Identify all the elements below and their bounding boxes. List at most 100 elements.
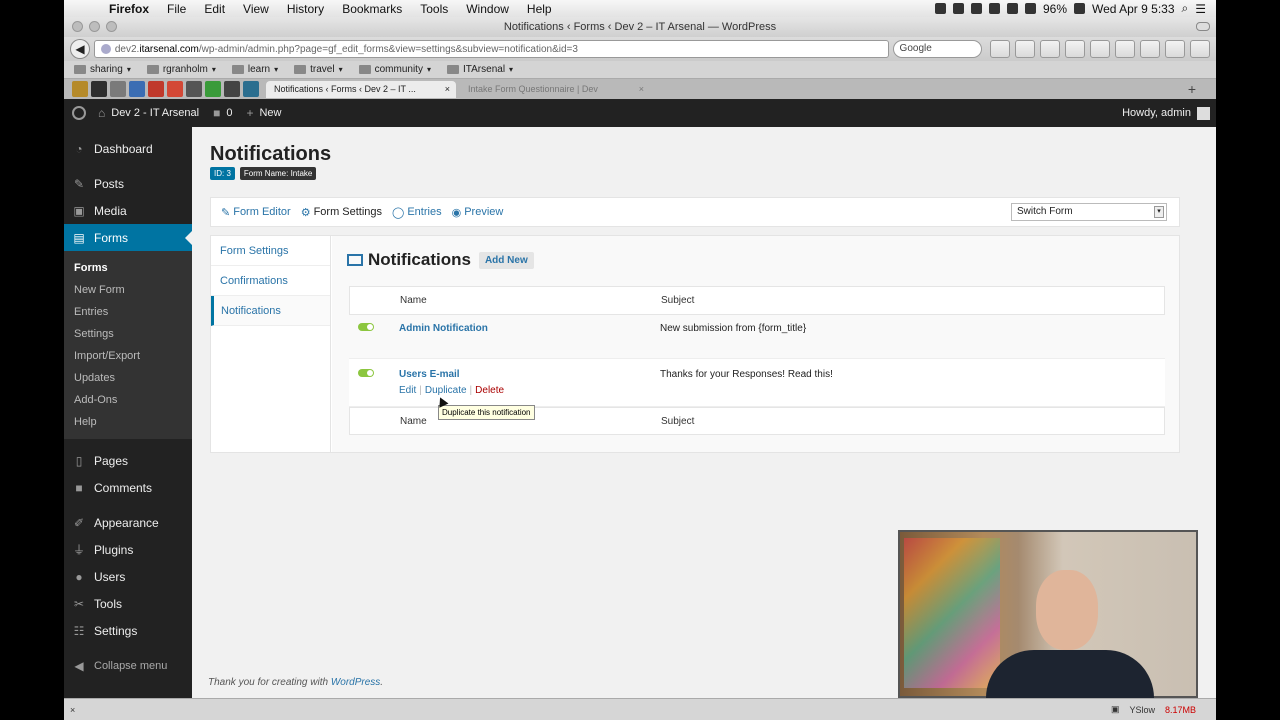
extension-icon[interactable] — [1039, 40, 1060, 58]
column-name-header[interactable]: Name — [400, 295, 427, 306]
menu-window[interactable]: Window — [466, 2, 509, 16]
submenu-import-export[interactable]: Import/Export — [64, 345, 192, 367]
app-tab[interactable] — [91, 81, 107, 97]
submenu-updates[interactable]: Updates — [64, 367, 192, 389]
add-new-button[interactable]: Add New — [478, 251, 534, 269]
admin-bar-new[interactable]: + New — [246, 106, 281, 120]
new-tab-icon[interactable]: + — [1188, 81, 1196, 97]
sidebar-item-forms[interactable]: ▤ Forms — [64, 224, 192, 251]
menu-help[interactable]: Help — [527, 2, 552, 16]
submenu-settings[interactable]: Settings — [64, 323, 192, 345]
sidebar-item-users[interactable]: ● Users — [64, 563, 192, 590]
tab-notifications[interactable]: Notifications ‹ Forms ‹ Dev 2 – IT ... × — [266, 80, 456, 98]
submenu-forms[interactable]: Forms — [64, 257, 192, 279]
sidebar-item-posts[interactable]: ✎ Posts — [64, 170, 192, 197]
app-tab[interactable] — [224, 81, 240, 97]
menu-app-firefox[interactable]: Firefox — [109, 2, 149, 16]
subnav-notifications[interactable]: Notifications — [211, 296, 330, 326]
bookmark-folder-itarsenal[interactable]: ITArsenal ▾ — [446, 64, 513, 75]
sidebar-item-plugins[interactable]: ⏚ Plugins — [64, 536, 192, 563]
close-tab-icon[interactable]: × — [445, 81, 450, 98]
sidebar-item-comments[interactable]: ■ Comments — [64, 474, 192, 501]
bookmark-folder-sharing[interactable]: sharing ▾ — [74, 64, 131, 75]
zoom-window-button[interactable] — [106, 21, 117, 32]
toolbar-toggle-button[interactable] — [1196, 22, 1210, 31]
inspect-icon[interactable] — [1089, 40, 1110, 58]
bluetooth-icon[interactable] — [988, 3, 1000, 14]
bookmark-folder-travel[interactable]: travel ▾ — [294, 64, 343, 75]
back-button[interactable]: ◀ — [70, 39, 90, 59]
active-toggle-icon[interactable] — [358, 323, 374, 331]
menu-view[interactable]: View — [243, 2, 269, 16]
minimize-window-button[interactable] — [89, 21, 100, 32]
tab-intake-form[interactable]: Intake Form Questionnaire | Dev × — [460, 81, 650, 98]
app-tab[interactable] — [148, 81, 164, 97]
menu-file[interactable]: File — [167, 2, 186, 16]
wifi-icon[interactable] — [1024, 3, 1036, 14]
switch-form-select[interactable]: Switch Form ▾ — [1011, 203, 1167, 221]
submenu-new-form[interactable]: New Form — [64, 279, 192, 301]
column-name-footer[interactable]: Name — [400, 416, 427, 427]
evernote-icon[interactable] — [952, 3, 964, 14]
reload-icon[interactable] — [1014, 40, 1035, 58]
submenu-help[interactable]: Help — [64, 411, 192, 433]
spotlight-icon[interactable]: ⌕ — [1182, 1, 1189, 16]
admin-bar-comments[interactable]: ■ 0 — [213, 106, 232, 120]
column-subject-footer[interactable]: Subject — [661, 416, 694, 427]
close-window-button[interactable] — [72, 21, 83, 32]
dropbox-icon[interactable] — [934, 3, 946, 14]
site-identity-icon[interactable] — [100, 44, 111, 54]
bookmark-folder-learn[interactable]: learn ▾ — [231, 64, 278, 75]
sidebar-item-settings[interactable]: ☷ Settings — [64, 617, 192, 644]
app-tab[interactable] — [72, 81, 88, 97]
menu-clock[interactable]: Wed Apr 9 5:33 — [1092, 2, 1175, 16]
wordpress-link[interactable]: WordPress — [331, 677, 380, 688]
entries-link[interactable]: ◯ Entries — [392, 206, 442, 219]
duplicate-link[interactable]: Duplicate — [425, 385, 467, 396]
sidebar-item-pages[interactable]: ▯ Pages — [64, 447, 192, 474]
admin-bar-account[interactable]: Howdy, admin — [1122, 106, 1210, 120]
menu-edit[interactable]: Edit — [204, 2, 225, 16]
menu-bookmarks[interactable]: Bookmarks — [342, 2, 402, 16]
yslow-label[interactable]: YSlow — [1129, 705, 1155, 715]
submenu-add-ons[interactable]: Add-Ons — [64, 389, 192, 411]
submenu-entries[interactable]: Entries — [64, 301, 192, 323]
time-machine-icon[interactable] — [1006, 3, 1018, 14]
app-tab[interactable] — [167, 81, 183, 97]
menu-tools[interactable]: Tools — [420, 2, 448, 16]
form-editor-link[interactable]: ✎ Form Editor — [221, 206, 291, 219]
close-addon-bar-icon[interactable]: × — [70, 705, 75, 715]
sidebar-item-tools[interactable]: ✂ Tools — [64, 590, 192, 617]
sidebar-item-appearance[interactable]: ✐ Appearance — [64, 509, 192, 536]
notification-name-link[interactable]: Users E-mail — [399, 369, 460, 380]
download-icon[interactable] — [1064, 40, 1085, 58]
edit-link[interactable]: Edit — [399, 385, 416, 396]
admin-bar-site[interactable]: ⌂ Dev 2 - IT Arsenal — [98, 106, 199, 120]
notification-name-link[interactable]: Admin Notification — [399, 323, 488, 334]
rss-icon[interactable] — [989, 40, 1010, 58]
menu-icon[interactable] — [1189, 40, 1210, 58]
sidebar-item-media[interactable]: ▣ Media — [64, 197, 192, 224]
column-subject-header[interactable]: Subject — [661, 295, 694, 306]
stop-icon[interactable] — [1139, 40, 1160, 58]
subnav-form-settings[interactable]: Form Settings — [211, 236, 330, 266]
search-engine-box[interactable]: Google — [892, 40, 982, 58]
close-tab-icon[interactable]: × — [639, 81, 644, 98]
notification-center-icon[interactable]: ☰ — [1195, 2, 1206, 16]
bookmark-folder-rgranholm[interactable]: rgranholm ▾ — [146, 64, 216, 75]
bookmark-folder-community[interactable]: community ▾ — [358, 64, 431, 75]
app-tab[interactable] — [205, 81, 221, 97]
clipboard-icon[interactable] — [970, 3, 982, 14]
delete-link[interactable]: Delete — [475, 385, 504, 396]
app-tab[interactable] — [129, 81, 145, 97]
wordpress-logo-icon[interactable] — [72, 106, 86, 120]
app-tab[interactable] — [110, 81, 126, 97]
tools-icon[interactable] — [1164, 40, 1185, 58]
battery-icon[interactable] — [1074, 3, 1085, 14]
form-settings-link[interactable]: ⚙ Form Settings — [301, 206, 382, 219]
sidebar-item-dashboard[interactable]: ◔ Dashboard — [64, 135, 192, 162]
collapse-menu-button[interactable]: ◀ Collapse menu — [64, 652, 192, 679]
addon-icon[interactable] — [1114, 40, 1135, 58]
preview-link[interactable]: ◉ Preview — [452, 206, 504, 219]
menu-history[interactable]: History — [287, 2, 324, 16]
